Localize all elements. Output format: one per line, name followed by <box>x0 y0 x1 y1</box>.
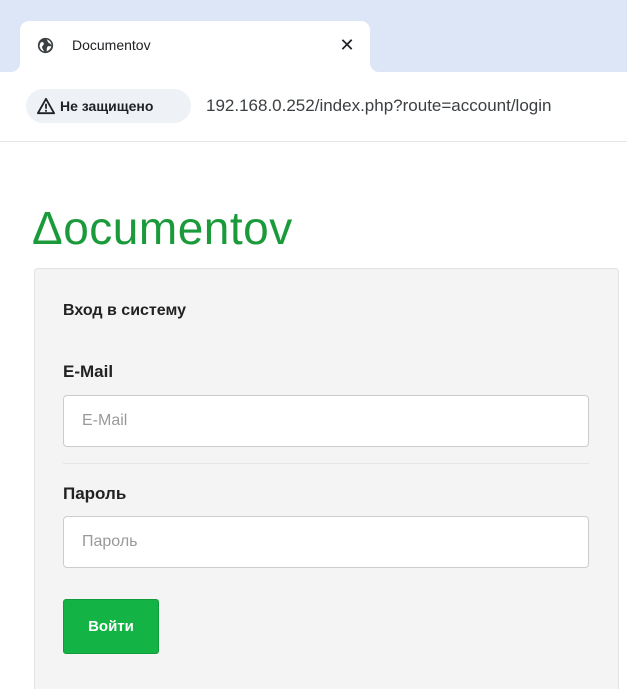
tab-title: Documentov <box>72 37 151 53</box>
security-label: Не защищено <box>60 98 154 114</box>
email-label: E-Mail <box>63 362 114 381</box>
login-button[interactable]: Войти <box>63 599 159 654</box>
password-input[interactable] <box>63 516 589 568</box>
email-input[interactable] <box>63 395 589 447</box>
warning-triangle-icon <box>37 97 55 115</box>
address-bar-url[interactable]: 192.168.0.252/index.php?route=account/lo… <box>206 96 551 116</box>
globe-icon <box>37 37 54 54</box>
login-panel-title: Вход в систему <box>63 302 186 319</box>
browser-tab[interactable]: Documentov ✕ <box>20 21 370 72</box>
site-logo[interactable]: Δocumentov <box>32 200 293 256</box>
form-divider <box>63 463 589 464</box>
tab-close-button[interactable]: ✕ <box>336 34 358 56</box>
password-label: Пароль <box>63 484 127 503</box>
security-indicator[interactable]: Не защищено <box>26 89 191 123</box>
